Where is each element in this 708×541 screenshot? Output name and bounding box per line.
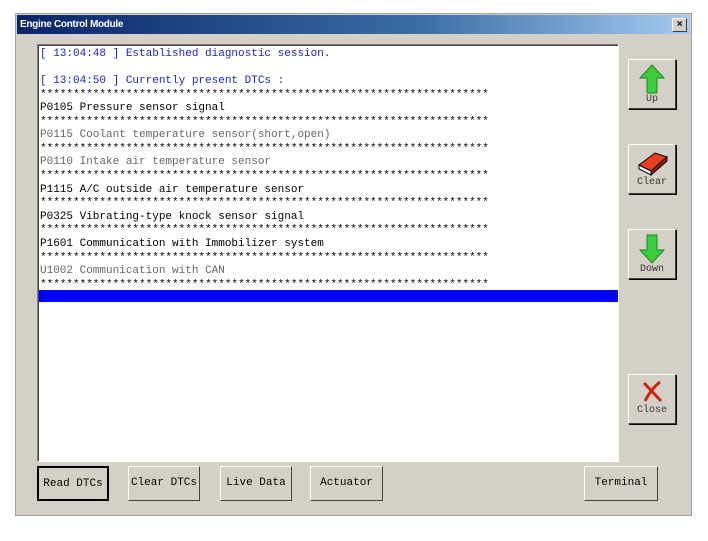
window-close-button[interactable]: ×: [672, 18, 687, 32]
read-dtcs-button[interactable]: Read DTCs: [37, 466, 109, 501]
actuator-button[interactable]: Actuator: [310, 466, 383, 501]
red-x-icon: [642, 380, 663, 403]
title-bar: Engine Control Module ×: [17, 15, 690, 34]
clear-label: Clear: [636, 177, 667, 188]
dtc-line: P0115 Coolant temperature sensor(short,o…: [40, 129, 331, 141]
clear-button[interactable]: Clear: [628, 144, 676, 194]
live-data-button[interactable]: Live Data: [220, 466, 292, 501]
dtc-line: P1115 A/C outside air temperature sensor: [40, 184, 305, 196]
down-label: Down: [639, 264, 664, 275]
separator-line: ****************************************…: [40, 143, 489, 155]
log-header-line: [ 13:04:50 ] Currently present DTCs :: [40, 75, 285, 87]
engine-control-module-window: Engine Control Module × [ 13:04:48 ] Est…: [15, 13, 692, 516]
separator-line: ****************************************…: [40, 224, 489, 236]
up-button[interactable]: Up: [628, 59, 676, 109]
dtc-log[interactable]: [ 13:04:48 ] Established diagnostic sess…: [37, 44, 619, 462]
down-arrow-icon: [639, 234, 665, 264]
dtc-line: P0105 Pressure sensor signal: [40, 102, 225, 114]
separator-line: ****************************************…: [40, 89, 489, 101]
dtc-line: P0325 Vibrating-type knock sensor signal: [40, 211, 305, 223]
eraser-icon: [638, 152, 668, 177]
terminal-button[interactable]: Terminal: [584, 466, 658, 501]
close-label: Close: [636, 405, 667, 416]
separator-line: ****************************************…: [40, 170, 489, 182]
separator-line: ****************************************…: [40, 252, 489, 264]
separator-line: ****************************************…: [40, 279, 489, 291]
log-session-line: [ 13:04:48 ] Established diagnostic sess…: [40, 48, 331, 60]
clear-dtcs-button[interactable]: Clear DTCs: [128, 466, 200, 501]
separator-line: ****************************************…: [40, 116, 489, 128]
dtc-line: P1601 Communication with Immobilizer sys…: [40, 238, 324, 250]
window-title: Engine Control Module: [20, 19, 124, 30]
dtc-line: P0110 Intake air temperature sensor: [40, 156, 272, 168]
up-arrow-icon: [639, 64, 665, 94]
close-button[interactable]: Close: [628, 374, 676, 424]
down-button[interactable]: Down: [628, 229, 676, 279]
up-label: Up: [645, 94, 658, 105]
separator-line: ****************************************…: [40, 197, 489, 209]
dtc-line: U1002 Communication with CAN: [40, 265, 225, 277]
